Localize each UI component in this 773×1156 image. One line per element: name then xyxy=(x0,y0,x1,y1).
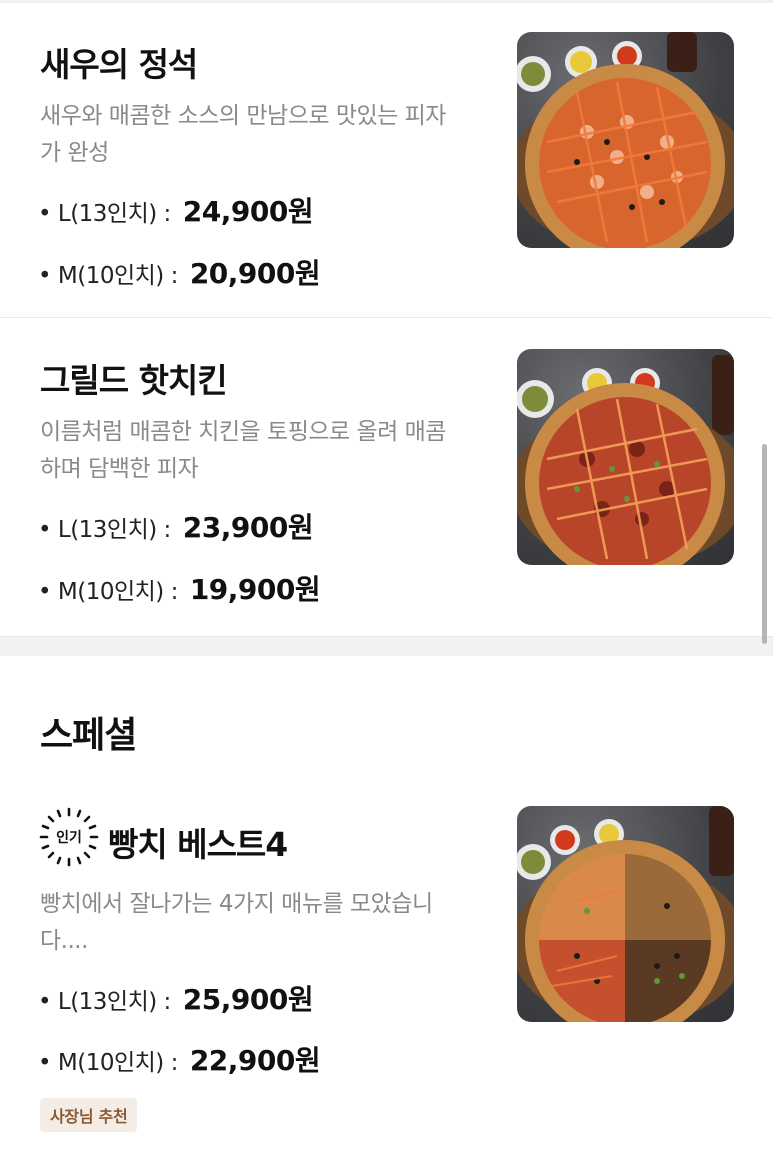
price-label: • L(13인치) : xyxy=(38,517,171,543)
price-row-medium: • M(10인치) : 22,900원 xyxy=(38,1039,321,1079)
item-description: 빵치에서 잘나가는 4가지 매뉴를 모았습니 다.... xyxy=(40,886,500,960)
price-value: 25,900원 xyxy=(182,983,314,1016)
owner-recommend-tag: 사장님 추천 xyxy=(40,1098,138,1132)
price-row-large: • L(13인치) : 24,900원 xyxy=(38,190,314,230)
price-row-large: • L(13인치) : 23,900원 xyxy=(38,506,314,546)
menu-item-shrimp[interactable]: 새우의 정석 새우와 매콤한 소스의 만남으로 맛있는 피자 가 완성 • L(… xyxy=(0,0,773,318)
price-value: 24,900원 xyxy=(182,195,314,228)
item-name: 그릴드 핫치킨 xyxy=(40,361,228,400)
price-label: • M(10인치) : xyxy=(38,1050,178,1076)
section-divider xyxy=(0,636,773,656)
price-row-large: • L(13인치) : 25,900원 xyxy=(38,978,314,1018)
section-title: 스페셜 xyxy=(40,715,137,756)
price-label: • M(10인치) : xyxy=(38,579,178,605)
item-description: 이름처럼 매콤한 치킨을 토핑으로 올려 매콤 하며 담백한 피자 xyxy=(40,414,500,488)
item-description: 새우와 매콤한 소스의 만남으로 맛있는 피자 가 완성 xyxy=(40,98,500,172)
pizza-photo[interactable] xyxy=(517,32,734,248)
price-row-medium: • M(10인치) : 20,900원 xyxy=(38,252,321,292)
price-label: • L(13인치) : xyxy=(38,201,171,227)
desc-line: 하며 담백한 피자 xyxy=(40,456,199,482)
price-value: 19,900원 xyxy=(189,573,321,606)
item-name: 새우의 정석 xyxy=(40,45,198,84)
price-value: 22,900원 xyxy=(189,1044,321,1077)
price-row-medium: • M(10인치) : 19,900원 xyxy=(38,568,321,608)
scrollbar[interactable] xyxy=(762,444,767,644)
desc-line: 가 완성 xyxy=(40,140,109,166)
price-label: • M(10인치) : xyxy=(38,263,178,289)
price-value: 23,900원 xyxy=(182,511,314,544)
price-label: • L(13인치) : xyxy=(38,989,171,1015)
item-name: 빵치 베스트4 xyxy=(108,825,288,864)
desc-line: 다.... xyxy=(40,928,88,954)
menu-item-grilled-hot-chicken[interactable]: 그릴드 핫치킨 이름처럼 매콤한 치킨을 토핑으로 올려 매콤 하며 담백한 피… xyxy=(0,318,773,636)
price-value: 20,900원 xyxy=(189,257,321,290)
pizza-photo[interactable] xyxy=(517,349,734,565)
pizza-photo[interactable] xyxy=(517,806,734,1022)
desc-line: 빵치에서 잘나가는 4가지 매뉴를 모았습니 xyxy=(40,891,433,917)
desc-line: 새우와 매콤한 소스의 만남으로 맛있는 피자 xyxy=(40,103,446,129)
desc-line: 이름처럼 매콤한 치킨을 토핑으로 올려 매콤 xyxy=(40,419,446,445)
